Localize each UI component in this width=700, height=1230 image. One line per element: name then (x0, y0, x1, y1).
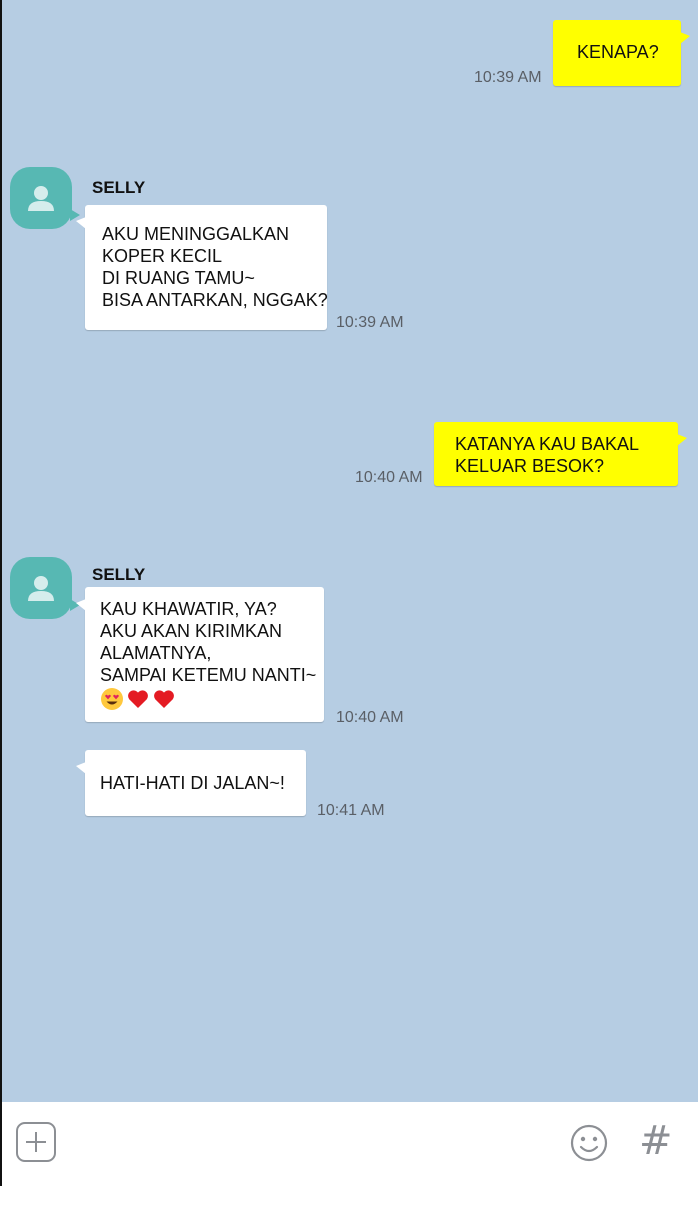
avatar[interactable] (10, 167, 80, 229)
person-icon (28, 186, 54, 211)
message-timestamp: 10:41 AM (317, 802, 385, 819)
plus-square-icon (16, 1122, 56, 1162)
avatar[interactable] (10, 557, 80, 619)
red-heart-emoji (154, 690, 174, 708)
hash-icon: # (639, 1118, 673, 1164)
message-text: AKU MENINGGALKAN (102, 224, 290, 244)
message-text: SAMPAI KETEMU NANTI~ (100, 665, 317, 685)
message-text: KELUAR BESOK? (455, 456, 605, 476)
sender-name: SELLY (92, 178, 146, 197)
red-heart-emoji (128, 690, 148, 708)
message-text: AKU AKAN KIRIMKAN (100, 621, 283, 641)
smiley-icon (570, 1124, 608, 1162)
message-text: ALAMATNYA, (100, 643, 212, 663)
message-timestamp: 10:39 AM (336, 314, 404, 331)
attach-button[interactable] (15, 1121, 57, 1168)
message-bubble-incoming[interactable]: HATI-HATI DI JALAN~! (76, 750, 306, 816)
message-text: KATANYA KAU BAKAL (455, 434, 640, 454)
emoji-row (100, 687, 324, 711)
message-text: BISA ANTARKAN, NGGAK? (102, 290, 328, 310)
person-icon (28, 576, 54, 601)
message-bubble-incoming[interactable]: KAU KHAWATIR, YA? AKU AKAN KIRIMKAN ALAM… (76, 587, 324, 722)
message-text: KENAPA? (577, 42, 659, 62)
message-text: DI RUANG TAMU~ (102, 268, 255, 288)
message-timestamp: 10:39 AM (474, 69, 542, 86)
message-timestamp: 10:40 AM (336, 709, 404, 726)
emoji-button[interactable] (569, 1123, 609, 1168)
input-bar: # (2, 1102, 698, 1186)
message-bubble-outgoing[interactable]: KATANYA KAU BAKAL KELUAR BESOK? (434, 422, 687, 486)
chat-area[interactable]: KENAPA? 10:39 AM SELLY AKU MENINGGALKAN … (2, 0, 698, 1102)
message-bubble-outgoing[interactable]: KENAPA? (553, 20, 690, 86)
message-text: KOPER KECIL (102, 246, 223, 266)
message-text: HATI-HATI DI JALAN~! (100, 773, 285, 793)
message-text: KAU KHAWATIR, YA? (100, 599, 277, 619)
heart-eyes-emoji (101, 688, 123, 710)
message-timestamp: 10:40 AM (355, 469, 423, 486)
message-bubble-incoming[interactable]: AKU MENINGGALKAN KOPER KECIL DI RUANG TA… (76, 205, 328, 330)
hash-button[interactable]: # (639, 1118, 673, 1164)
sender-name: SELLY (92, 565, 146, 584)
